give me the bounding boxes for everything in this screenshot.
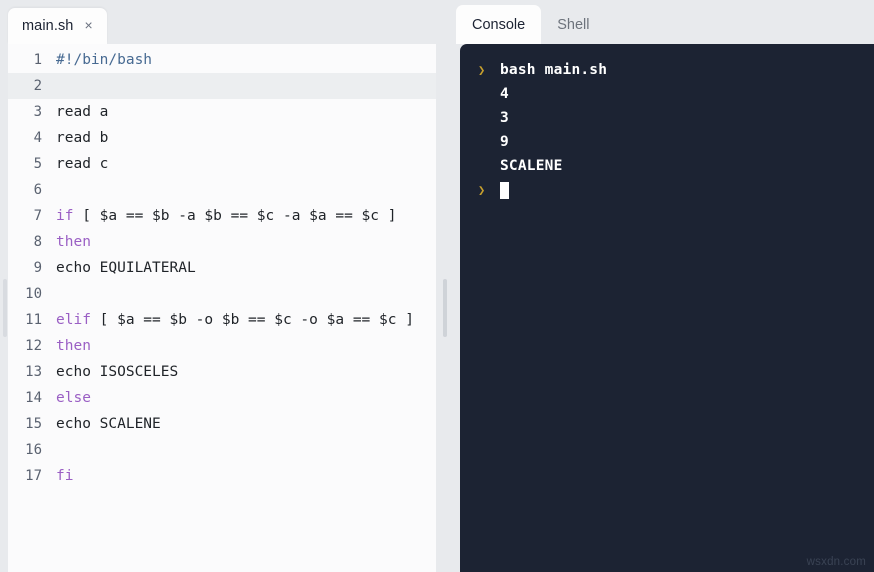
code-line: 5 read c (8, 151, 436, 177)
line-number: 3 (33, 104, 42, 120)
line-number: 16 (25, 442, 42, 458)
close-icon[interactable]: × (82, 17, 94, 35)
console-text: bash main.sh (500, 62, 608, 78)
console-text: SCALENE (500, 158, 563, 174)
code-text: echo SCALENE (56, 416, 161, 432)
text-cursor (500, 181, 509, 199)
console-text: 3 (500, 110, 509, 126)
console-line: ❯ bash main.sh (478, 58, 866, 82)
console-pane: Console Shell ❯ bash main.sh 4 3 9 SCALENE ❯ (456, 0, 874, 572)
console-lines-container: ❯ bash main.sh 4 3 9 SCALENE ❯ (478, 58, 866, 202)
line-number: 11 (25, 312, 42, 328)
code-line: 11 elif [ $a == $b -o $b == $c -o $a == $… (8, 307, 436, 333)
line-number: 7 (33, 208, 42, 224)
console-text: 4 (500, 86, 509, 102)
line-number: 17 (25, 468, 42, 484)
console-line: 4 (478, 82, 866, 106)
console-line: SCALENE (478, 154, 866, 178)
prompt-chevron-icon: ❯ (478, 183, 486, 197)
code-line: 3 read a (8, 99, 436, 125)
tab-shell[interactable]: Shell (541, 5, 605, 44)
code-editor[interactable]: 1 #!/bin/bash 2 3 read a 4 read b 5 read c 6 7 if [… (8, 44, 436, 572)
console-line: ❯ (478, 178, 866, 202)
code-text: fi (56, 468, 74, 484)
console-text: 9 (500, 134, 509, 150)
code-line: 6 (8, 177, 436, 203)
file-tab-label: main.sh (22, 18, 74, 34)
line-number: 2 (33, 78, 42, 94)
code-lines-container: 1 #!/bin/bash 2 3 read a 4 read b 5 read c 6 7 if [… (8, 47, 436, 489)
code-line: 2 (8, 73, 436, 99)
tab-console[interactable]: Console (456, 5, 542, 44)
code-line: 9 echo EQUILATERAL (8, 255, 436, 281)
console-output[interactable]: ❯ bash main.sh 4 3 9 SCALENE ❯ (460, 44, 874, 572)
code-line: 10 (8, 281, 436, 307)
code-keyword: if (56, 208, 74, 224)
splitter-left-handle[interactable] (0, 44, 10, 572)
code-line: 7 if [ $a == $b -a $b == $c -a $a == $c ] (8, 203, 436, 229)
line-number: 8 (33, 234, 42, 250)
file-tab-main-sh[interactable]: main.sh × (8, 8, 107, 44)
code-line: 13 echo ISOSCELES (8, 359, 436, 385)
editor-tab-bar: main.sh × (0, 0, 456, 44)
line-number: 4 (33, 130, 42, 146)
grip-icon (3, 279, 7, 337)
code-text: read b (56, 130, 109, 146)
code-line: 1 #!/bin/bash (8, 47, 436, 73)
watermark: wsxdn.com (806, 556, 866, 568)
code-line: 17 fi (8, 463, 436, 489)
line-number: 5 (33, 156, 42, 172)
line-number: 1 (33, 52, 42, 68)
code-text: then (56, 338, 91, 354)
line-number: 9 (33, 260, 42, 276)
code-line: 12 then (8, 333, 436, 359)
code-line: 15 echo SCALENE (8, 411, 436, 437)
prompt-chevron-icon: ❯ (478, 63, 486, 77)
code-line: 4 read b (8, 125, 436, 151)
code-text: if [ $a == $b -a $b == $c -a $a == $c ] (56, 203, 436, 229)
code-line: 8 then (8, 229, 436, 255)
code-body: [ $a == $b -o $b == $c -o $a == $c ] (90, 312, 414, 328)
code-text: read c (56, 156, 109, 172)
code-keyword: elif (56, 312, 91, 328)
grip-icon (443, 279, 447, 337)
code-line: 14 else (8, 385, 436, 411)
code-text: read a (56, 104, 109, 120)
console-line: 3 (478, 106, 866, 130)
code-line: 16 (8, 437, 436, 463)
console-line: 9 (478, 130, 866, 154)
line-number: 12 (25, 338, 42, 354)
code-text: echo ISOSCELES (56, 364, 179, 380)
line-number: 13 (25, 364, 42, 380)
console-tab-bar: Console Shell (456, 0, 874, 44)
line-number: 15 (25, 416, 42, 432)
editor-pane: main.sh × 1 #!/bin/bash 2 3 read a 4 read b 5 re… (0, 0, 456, 572)
ide-window: main.sh × 1 #!/bin/bash 2 3 read a 4 read b 5 re… (0, 0, 874, 572)
code-text: then (56, 234, 91, 250)
code-body: [ $a == $b -a $b == $c -a $a == $c ] (73, 208, 397, 224)
code-text: elif [ $a == $b -o $b == $c -o $a == $c … (56, 307, 436, 333)
code-text: echo EQUILATERAL (56, 260, 196, 276)
splitter-right-handle[interactable] (440, 44, 450, 572)
code-text: else (56, 390, 91, 406)
line-number: 10 (25, 286, 42, 302)
line-number: 14 (25, 390, 42, 406)
code-text: #!/bin/bash (56, 52, 153, 68)
line-number: 6 (33, 182, 42, 198)
